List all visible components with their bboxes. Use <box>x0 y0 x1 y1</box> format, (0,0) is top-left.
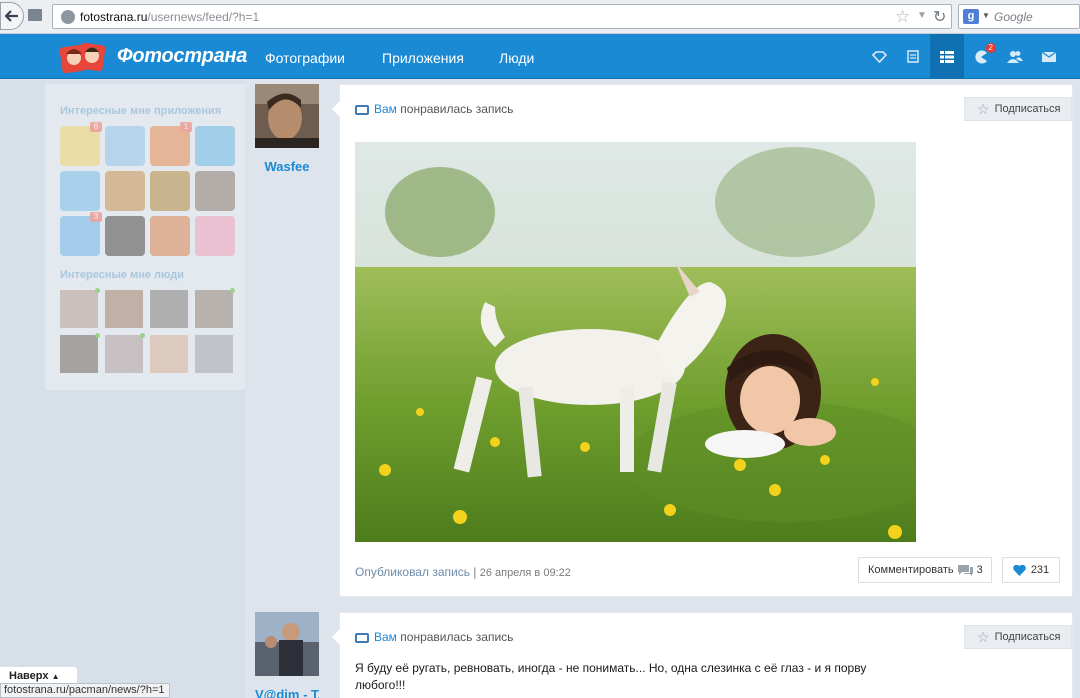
comments-icon <box>957 564 973 576</box>
person-avatar[interactable] <box>105 290 143 328</box>
you-link[interactable]: Вам <box>374 102 397 116</box>
logo-text[interactable]: Фотострана <box>117 45 247 68</box>
app-badge: 3 <box>90 212 102 222</box>
engine-dropdown-icon[interactable]: ▼ <box>982 11 990 20</box>
post-author: Wasfee <box>255 84 319 174</box>
post-header: Вам понравилась запись <box>355 630 513 644</box>
online-indicator <box>140 333 145 338</box>
address-bar[interactable]: fotostrana.ru/usernews/feed/?h=1 ☆ ▼ ↻ <box>52 4 952 29</box>
post-photo[interactable] <box>355 142 916 542</box>
google-icon[interactable]: g <box>963 9 979 24</box>
footer-separator: | <box>473 565 477 579</box>
person-avatar[interactable] <box>60 333 100 373</box>
list-icon[interactable] <box>896 34 930 79</box>
app-tile[interactable] <box>195 171 235 211</box>
repost-icon <box>355 104 369 115</box>
site-header: Фотострана Фотографии Приложения Люди 2 <box>0 34 1080 79</box>
subscribe-label: Подписаться <box>994 631 1061 643</box>
person-avatar[interactable] <box>60 288 100 328</box>
back-button[interactable] <box>0 2 24 30</box>
reload-icon[interactable]: ↻ <box>933 7 946 27</box>
app-tile[interactable] <box>105 171 145 211</box>
subscribe-button[interactable]: ☆ Подписаться <box>964 97 1072 121</box>
published-link[interactable]: Опубликовал запись <box>355 565 470 579</box>
person-avatar[interactable] <box>105 333 145 373</box>
person-avatar[interactable] <box>150 335 188 373</box>
app-tile[interactable] <box>150 216 190 256</box>
like-count: 231 <box>1030 564 1050 576</box>
heart-icon <box>1013 564 1026 576</box>
app-tile[interactable] <box>105 216 145 256</box>
person-avatar[interactable] <box>195 288 235 328</box>
app-badge: 6 <box>90 122 102 132</box>
author-name[interactable]: Wasfee <box>255 159 319 174</box>
online-indicator <box>95 333 100 338</box>
app-tile[interactable] <box>195 216 235 256</box>
tab-groups-icon[interactable] <box>28 9 42 21</box>
app-badge: 1 <box>180 122 192 132</box>
comment-button[interactable]: Комментировать 3 <box>858 557 992 583</box>
author-avatar[interactable] <box>255 84 319 148</box>
mail-icon[interactable] <box>1032 34 1066 79</box>
apps-title: Интересные мне приложения <box>60 105 222 117</box>
url-path: /usernews/feed/?h=1 <box>147 10 260 24</box>
globe-icon <box>61 10 75 24</box>
author-avatar[interactable] <box>255 612 319 676</box>
people-title: Интересные мне люди <box>60 269 185 281</box>
url-host: fotostrana.ru <box>80 10 148 24</box>
online-indicator <box>230 288 235 293</box>
subscribe-button[interactable]: ☆ Подписаться <box>964 625 1072 649</box>
url-text: fotostrana.ru/usernews/feed/?h=1 <box>80 10 259 24</box>
browser-toolbar: fotostrana.ru/usernews/feed/?h=1 ☆ ▼ ↻ g… <box>0 0 1080 34</box>
repost-icon <box>355 632 369 643</box>
person-avatar[interactable] <box>150 290 188 328</box>
post-header: Вам понравилась запись <box>355 102 513 116</box>
diamond-icon[interactable] <box>862 34 896 79</box>
app-tile[interactable] <box>105 126 145 166</box>
author-name[interactable]: V@dim - T... <box>255 687 319 698</box>
up-arrow-icon: ▲ <box>51 672 60 681</box>
post-header-text: понравилась запись <box>400 630 514 644</box>
app-tile[interactable]: 1 <box>150 122 192 166</box>
nav-people[interactable]: Люди <box>499 50 534 66</box>
notifications-badge: 2 <box>985 43 996 53</box>
feed-icon[interactable] <box>930 34 964 79</box>
search-placeholder[interactable]: Google <box>994 10 1033 24</box>
history-dropdown-icon[interactable]: ▼ <box>917 10 927 21</box>
logo-icon[interactable] <box>58 40 108 76</box>
app-tile[interactable] <box>150 171 190 211</box>
person-avatar[interactable] <box>195 335 233 373</box>
friends-icon[interactable] <box>998 34 1032 79</box>
status-bar-url: fotostrana.ru/pacman/news/?h=1 <box>0 683 170 698</box>
app-tile[interactable]: 6 <box>60 122 102 166</box>
post-card: Вам понравилась запись ☆ Подписаться Опу… <box>332 84 1073 597</box>
star-icon: ☆ <box>977 628 990 645</box>
back-to-top-label: Наверх <box>9 670 49 682</box>
pacman-icon[interactable]: 2 <box>964 34 998 79</box>
card-pointer <box>332 629 340 645</box>
search-bar[interactable]: g ▼ Google <box>958 4 1080 29</box>
app-tile[interactable] <box>60 171 100 211</box>
online-indicator <box>95 288 100 293</box>
comment-count: 3 <box>976 564 983 576</box>
nav-apps[interactable]: Приложения <box>382 50 464 66</box>
nav-photos[interactable]: Фотографии <box>265 50 345 66</box>
you-link[interactable]: Вам <box>374 630 397 644</box>
card-pointer <box>332 101 340 117</box>
post-footer: Опубликовал запись | 26 апреля в 09:22 <box>355 565 571 579</box>
sidebar-panel: Интересные мне приложения 6 1 3 Интересн… <box>45 84 245 390</box>
app-tile[interactable] <box>195 126 235 166</box>
star-icon: ☆ <box>977 100 990 117</box>
subscribe-label: Подписаться <box>994 103 1061 115</box>
bookmark-star-icon[interactable]: ☆ <box>895 8 910 25</box>
comment-label: Комментировать <box>868 564 954 576</box>
post-card: Вам понравилась запись ☆ Подписаться Я бу… <box>332 612 1073 698</box>
post-author: V@dim - T... <box>255 612 319 698</box>
like-button[interactable]: 231 <box>1002 557 1060 583</box>
back-arrow-icon <box>5 10 18 22</box>
app-tile[interactable]: 3 <box>60 212 102 256</box>
post-header-text: понравилась запись <box>400 102 514 116</box>
post-date[interactable]: 26 апреля в 09:22 <box>480 567 571 579</box>
post-text: Я буду её ругать, ревновать, иногда - не… <box>355 661 867 692</box>
